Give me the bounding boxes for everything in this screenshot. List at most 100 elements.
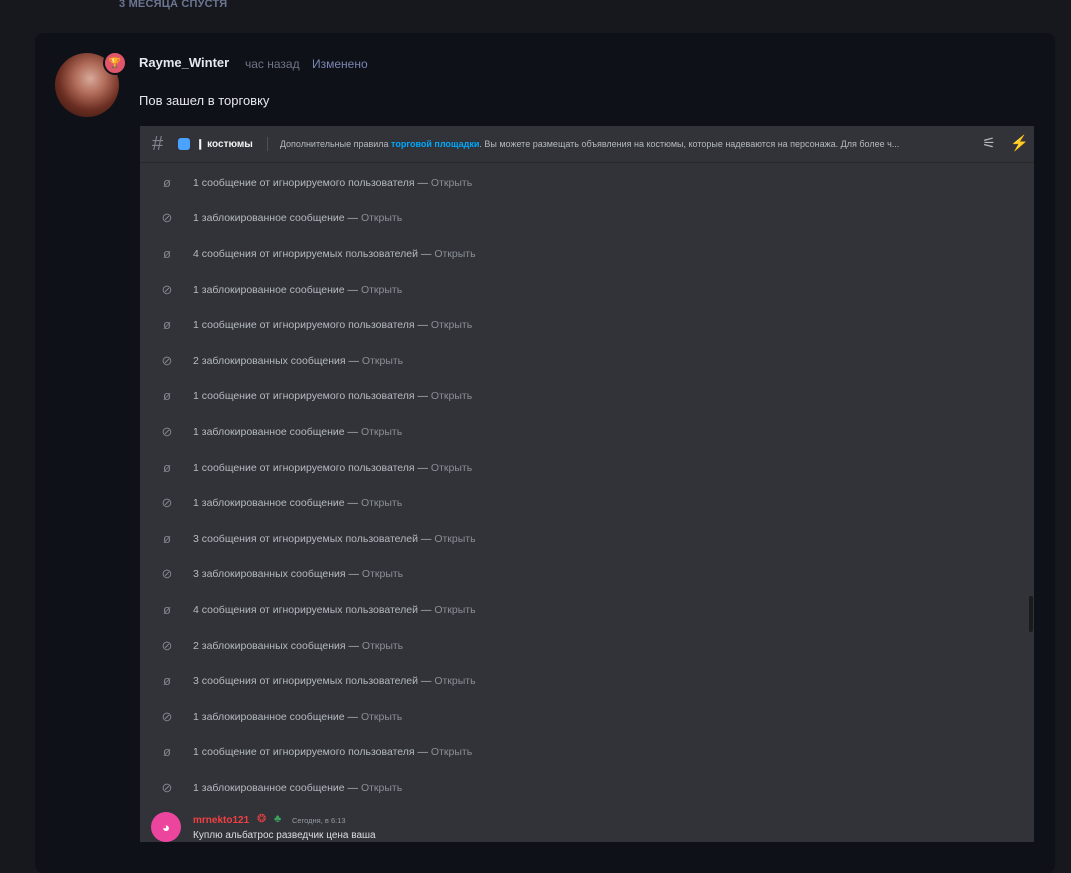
role-icon: ♣	[274, 813, 282, 825]
open-link[interactable]: Открыть	[431, 462, 472, 474]
row-dash: —	[344, 425, 361, 438]
edited-label[interactable]: Изменено	[312, 57, 368, 71]
post-author[interactable]: Rayme_Winter	[139, 55, 229, 70]
ignored-icon: ø	[163, 388, 171, 404]
divider	[266, 137, 268, 151]
blocked-row-text: 1 заблокированное сообщение — Открыть	[193, 284, 402, 296]
blocked-icon: ⊘	[161, 566, 173, 582]
message-time: Сегодня, в 6:13	[292, 816, 346, 825]
open-link[interactable]: Открыть	[361, 497, 402, 509]
scrollbar	[1029, 596, 1033, 632]
open-link[interactable]: Открыть	[431, 746, 472, 758]
badge-icon: ❂	[257, 813, 267, 825]
blocked-icon: ⊘	[161, 708, 173, 724]
open-link[interactable]: Открыть	[431, 319, 472, 331]
open-link[interactable]: Открыть	[431, 177, 472, 189]
blocked-row: ⊘ 1 заблокированное сообщение — Открыть	[140, 485, 1034, 521]
blocked-row: ⊘ 2 заблокированных сообщения — Открыть	[140, 628, 1034, 664]
post-time[interactable]: час назад	[245, 57, 300, 71]
row-dash: —	[344, 710, 361, 723]
blocked-row-text: 4 сообщения от игнорируемых пользователе…	[193, 248, 476, 260]
embedded-screenshot[interactable]: # ❙ костюмы Дополнительные правила торго…	[140, 126, 1034, 842]
open-link[interactable]: Открыть	[361, 711, 402, 723]
trophy-icon: 🏆	[103, 51, 127, 75]
ignored-icon: ø	[163, 744, 171, 760]
blocked-row: ø 1 сообщение от игнорируемого пользовате…	[140, 735, 1034, 771]
channel-header: # ❙ костюмы Дополнительные правила торго…	[140, 126, 1034, 163]
row-label: 1 сообщение от игнорируемого пользовател…	[193, 461, 415, 474]
open-link[interactable]: Открыть	[362, 355, 403, 367]
open-link[interactable]: Открыть	[434, 675, 475, 687]
row-dash: —	[414, 746, 431, 759]
blocked-row: ø 1 сообщение от игнорируемого пользовате…	[140, 450, 1034, 486]
blocked-row: ⊘ 1 заблокированное сообщение — Открыть	[140, 272, 1034, 308]
open-link[interactable]: Открыть	[434, 248, 475, 260]
open-link[interactable]: Открыть	[434, 604, 475, 616]
row-dash: —	[414, 176, 431, 189]
blocked-row: ø 3 сообщения от игнорируемых пользовател…	[140, 663, 1034, 699]
ignored-icon: ø	[163, 601, 171, 617]
row-dash: —	[417, 675, 435, 688]
row-label: 1 заблокированное сообщение	[193, 497, 345, 510]
ignored-icon: ø	[163, 673, 171, 689]
blocked-icon: ⊘	[161, 495, 173, 511]
row-dash: —	[417, 532, 435, 545]
blocked-icon: ⊘	[161, 210, 173, 226]
open-link[interactable]: Открыть	[434, 533, 475, 545]
blocked-row: ø 3 сообщения от игнорируемых пользовател…	[140, 521, 1034, 557]
row-label: 1 заблокированное сообщение	[193, 212, 345, 225]
row-dash: —	[344, 212, 361, 225]
open-link[interactable]: Открыть	[362, 568, 403, 580]
blocked-row-text: 1 заблокированное сообщение — Открыть	[193, 711, 402, 723]
row-label: 2 заблокированных сообщения	[193, 354, 346, 367]
row-label: 1 заблокированное сообщение	[193, 425, 345, 438]
blocked-row-text: 1 сообщение от игнорируемого пользовател…	[193, 746, 472, 758]
blocked-row-text: 1 сообщение от игнорируемого пользовател…	[193, 462, 472, 474]
blocked-row: ⊘ 1 заблокированное сообщение — Открыть	[140, 414, 1034, 450]
blocked-row-text: 3 сообщения от игнорируемых пользователе…	[193, 675, 476, 687]
channel-name: ❙ костюмы	[196, 138, 253, 150]
hash-icon: #	[152, 132, 164, 155]
blocked-row-text: 1 заблокированное сообщение — Открыть	[193, 426, 402, 438]
row-dash: —	[345, 568, 362, 581]
row-dash: —	[414, 461, 431, 474]
row-dash: —	[417, 603, 435, 616]
blocked-row: ø 4 сообщения от игнорируемых пользовател…	[140, 236, 1034, 272]
discord-avatar-icon: ◕	[151, 812, 181, 842]
ignored-icon: ø	[163, 530, 171, 546]
row-dash: —	[344, 283, 361, 296]
row-label: 1 заблокированное сообщение	[193, 283, 345, 296]
blocked-icon: ⊘	[161, 423, 173, 439]
open-link[interactable]: Открыть	[361, 426, 402, 438]
blocked-messages-list: ø 1 сообщение от игнорируемого пользовате…	[140, 163, 1034, 806]
blocked-icon: ⊘	[161, 637, 173, 653]
open-link[interactable]: Открыть	[361, 284, 402, 296]
row-dash: —	[345, 354, 362, 367]
ignored-icon: ø	[163, 459, 171, 475]
blocked-row-text: 1 заблокированное сообщение — Открыть	[193, 782, 402, 794]
blocked-row-text: 1 заблокированное сообщение — Открыть	[193, 497, 402, 509]
blocked-row: ø 1 сообщение от игнорируемого пользовате…	[140, 307, 1034, 343]
row-label: 4 сообщения от игнорируемых пользователе…	[193, 603, 418, 616]
message-text: Куплю альбатрос разведчик цена ваша	[193, 830, 376, 841]
row-dash: —	[414, 390, 431, 403]
row-label: 2 заблокированных сообщения	[193, 639, 346, 652]
open-link[interactable]: Открыть	[362, 640, 403, 652]
blocked-row: ⊘ 1 заблокированное сообщение — Открыть	[140, 699, 1034, 735]
blocked-row: ⊘ 3 заблокированных сообщения — Открыть	[140, 557, 1034, 593]
blocked-row-text: 2 заблокированных сообщения — Открыть	[193, 355, 403, 367]
row-label: 1 сообщение от игнорируемого пользовател…	[193, 746, 415, 759]
blocked-row: ⊘ 2 заблокированных сообщения — Открыть	[140, 343, 1034, 379]
blocked-icon: ⊘	[161, 779, 173, 795]
open-link[interactable]: Открыть	[431, 390, 472, 402]
forum-post: 🏆 Rayme_Winter час назад Изменено Пов за…	[35, 33, 1055, 873]
row-dash: —	[344, 497, 361, 510]
row-label: 3 заблокированных сообщения	[193, 568, 346, 581]
row-dash: —	[414, 319, 431, 332]
blocked-row-text: 3 заблокированных сообщения — Открыть	[193, 568, 403, 580]
blocked-row-text: 4 сообщения от игнорируемых пользователе…	[193, 604, 476, 616]
open-link[interactable]: Открыть	[361, 782, 402, 794]
blocked-row: ø 1 сообщение от игнорируемого пользовате…	[140, 165, 1034, 201]
row-dash: —	[344, 781, 361, 794]
open-link[interactable]: Открыть	[361, 212, 402, 224]
